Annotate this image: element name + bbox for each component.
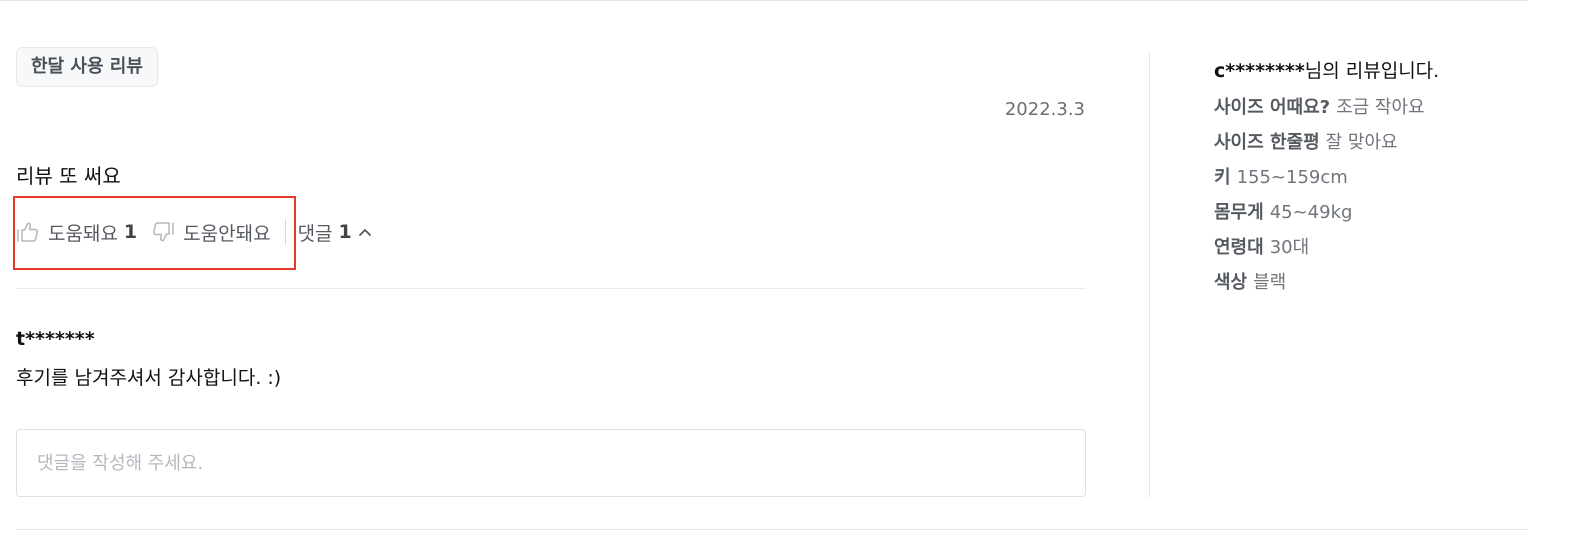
attribute-age: 연령대 30대 [1214,236,1425,271]
reply-divider [16,288,1086,289]
bottom-divider [16,529,1528,530]
attribute-size-comment: 사이즈 한줄평 잘 맞아요 [1214,131,1425,166]
attribute-label: 색상 [1214,272,1248,293]
review-body: 리뷰 또 써요 [16,164,121,188]
top-divider [0,0,1528,1]
attribute-value: 30대 [1269,237,1310,258]
attribute-value: 45~49kg [1269,202,1353,223]
review-type-tag: 한달 사용 리뷰 [16,47,158,87]
reviewer-heading: c********님의 리뷰입니다. [1214,56,1439,83]
attribute-label: 연령대 [1214,237,1264,258]
helpful-button[interactable]: 도움돼요 1 [16,219,137,246]
helpful-count: 1 [123,221,138,243]
comment-input[interactable] [16,429,1086,497]
comments-toggle-button[interactable]: 댓글 1 [298,219,372,246]
unhelpful-label: 도움안돼요 [183,222,271,245]
comments-label: 댓글 [297,222,333,245]
thumbs-up-icon [16,220,40,244]
attribute-color: 색상 블랙 [1214,271,1425,306]
attribute-height: 키 155~159cm [1214,166,1425,201]
attribute-size-fit: 사이즈 어때요? 조금 작아요 [1214,96,1425,131]
unhelpful-button[interactable]: 도움안돼요 [151,219,271,246]
attribute-label: 키 [1214,167,1231,188]
attribute-value: 155~159cm [1236,167,1348,188]
comments-count: 1 [338,221,352,243]
column-divider [1149,52,1150,498]
reply-text: 후기를 남겨주셔서 감사합니다. :) [16,367,282,389]
reply-author: t******* [16,328,95,350]
chevron-up-icon [358,227,372,237]
reviewer-username: c******** [1214,60,1305,82]
attribute-label: 사이즈 한줄평 [1214,132,1320,153]
thumbs-down-icon [151,220,175,244]
attribute-value: 블랙 [1253,272,1287,293]
action-separator [284,219,286,245]
attribute-value: 잘 맞아요 [1325,132,1398,153]
reviewer-heading-suffix: 님의 리뷰입니다. [1304,60,1440,82]
attribute-label: 사이즈 어때요? [1214,97,1331,118]
review-date: 2022.3.3 [1004,99,1085,120]
review-actions: 도움돼요 1 도움안돼요 댓글 1 [16,216,372,248]
attribute-value: 조금 작아요 [1336,97,1425,118]
attribute-weight: 몸무게 45~49kg [1214,201,1425,236]
attribute-label: 몸무게 [1214,202,1264,223]
helpful-label: 도움돼요 [48,222,118,245]
reviewer-attributes: 사이즈 어때요? 조금 작아요 사이즈 한줄평 잘 맞아요 키 155~159cm 몸… [1214,96,1425,306]
